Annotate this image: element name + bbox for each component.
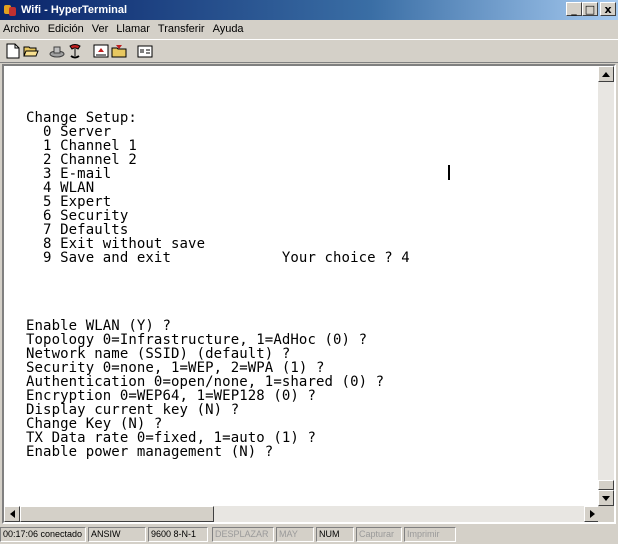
arrow-up-icon xyxy=(602,71,610,77)
arrow-right-icon xyxy=(589,510,595,518)
status-num-lock: NUM xyxy=(316,527,354,542)
terminal-line: 2 Channel 2 xyxy=(26,152,137,168)
terminal-line: 0 Server xyxy=(26,124,112,140)
scroll-down-button[interactable] xyxy=(598,490,614,506)
toolbar xyxy=(0,39,618,63)
terminal-line: Security 0=none, 1=WEP, 2=WPA (1) ? xyxy=(26,360,325,376)
menu-bar: Archivo Edición Ver Llamar Transferir Ay… xyxy=(0,20,618,38)
send-icon xyxy=(93,44,109,58)
arrow-down-icon xyxy=(602,495,610,501)
status-emulation: ANSIW xyxy=(88,527,146,542)
terminal-line: 6 Security xyxy=(26,208,129,224)
call-button[interactable] xyxy=(66,42,84,60)
vertical-scroll-thumb[interactable] xyxy=(598,480,614,490)
close-button[interactable]: x xyxy=(600,2,616,16)
receive-button[interactable] xyxy=(110,42,128,60)
vertical-scrollbar[interactable] xyxy=(598,66,614,506)
terminal-line: 4 WLAN xyxy=(26,180,95,196)
menu-edicion[interactable]: Edición xyxy=(44,23,88,35)
terminal-line: 9 Save and exit Your choice ? 4 xyxy=(26,250,410,266)
hyperterminal-window: Wifi - HyperTerminal _ □ x Archivo Edici… xyxy=(0,0,618,544)
menu-transferir[interactable]: Transferir xyxy=(154,23,209,35)
terminal-line: 8 Exit without save xyxy=(26,236,206,252)
status-port-settings: 9600 8-N-1 xyxy=(148,527,208,542)
terminal-line: Network name (SSID) (default) ? xyxy=(26,346,291,362)
minimize-button[interactable]: _ xyxy=(566,2,582,16)
new-icon xyxy=(6,43,20,59)
status-capture: Capturar xyxy=(356,527,402,542)
window-title: Wifi - HyperTerminal xyxy=(21,4,128,16)
terminal-line: Authentication 0=open/none, 1=shared (0)… xyxy=(26,374,385,390)
terminal-line: 5 Expert xyxy=(26,194,112,210)
terminal-line: 1 Channel 1 xyxy=(26,138,137,154)
status-print: Imprimir xyxy=(404,527,456,542)
disconnect-icon xyxy=(49,46,65,58)
horizontal-scrollbar[interactable] xyxy=(4,506,600,522)
terminal-line: Topology 0=Infrastructure, 1=AdHoc (0) ? xyxy=(26,332,368,348)
new-connection-button[interactable] xyxy=(4,42,22,60)
terminal-line: Enable WLAN (Y) ? xyxy=(26,318,171,334)
receive-icon xyxy=(111,45,127,58)
terminal-line: Change Key (N) ? xyxy=(26,416,163,432)
hyperterminal-app-icon[interactable] xyxy=(3,3,17,17)
terminal-line: Encryption 0=WEP64, 1=WEP128 (0) ? xyxy=(26,388,316,404)
terminal-line: 7 Defaults xyxy=(26,222,129,238)
terminal-line: Change Setup: xyxy=(26,110,137,126)
maximize-button[interactable]: □ xyxy=(582,2,598,16)
status-bar: 00:17:06 conectado ANSIW 9600 8-N-1 DESP… xyxy=(0,525,618,544)
arrow-left-icon xyxy=(9,510,15,518)
properties-button[interactable] xyxy=(136,42,154,60)
scrollbar-corner xyxy=(598,506,614,522)
title-buttons: _ □ x xyxy=(566,2,616,16)
scroll-left-button[interactable] xyxy=(4,506,20,522)
terminal-line: Enable power management (N) ? xyxy=(26,444,274,460)
status-connection-time: 00:17:06 conectado xyxy=(0,527,86,542)
terminal-line: TX Data rate 0=fixed, 1=auto (1) ? xyxy=(26,430,316,446)
status-caps-lock: MAY xyxy=(276,527,314,542)
menu-llamar[interactable]: Llamar xyxy=(112,23,154,35)
disconnect-button[interactable] xyxy=(48,42,66,60)
title-bar[interactable]: Wifi - HyperTerminal _ □ x xyxy=(0,0,618,20)
menu-ver[interactable]: Ver xyxy=(88,23,113,35)
call-icon xyxy=(69,44,81,59)
send-button[interactable] xyxy=(92,42,110,60)
terminal-line: Display current key (N) ? xyxy=(26,402,240,418)
terminal-frame: Change Setup: 0 Server 1 Channel 1 2 Cha… xyxy=(2,64,616,524)
scroll-up-button[interactable] xyxy=(598,66,614,82)
terminal-screen[interactable]: Change Setup: 0 Server 1 Channel 1 2 Cha… xyxy=(4,66,600,506)
horizontal-scroll-thumb[interactable] xyxy=(20,506,214,522)
menu-archivo[interactable]: Archivo xyxy=(0,23,44,35)
open-button[interactable] xyxy=(22,42,40,60)
status-scroll-lock: DESPLAZAR xyxy=(212,527,274,542)
properties-icon xyxy=(137,45,153,58)
open-icon xyxy=(23,46,39,57)
terminal-line: 3 E-mail xyxy=(26,166,112,182)
menu-ayuda[interactable]: Ayuda xyxy=(209,23,248,35)
text-cursor xyxy=(448,165,450,180)
